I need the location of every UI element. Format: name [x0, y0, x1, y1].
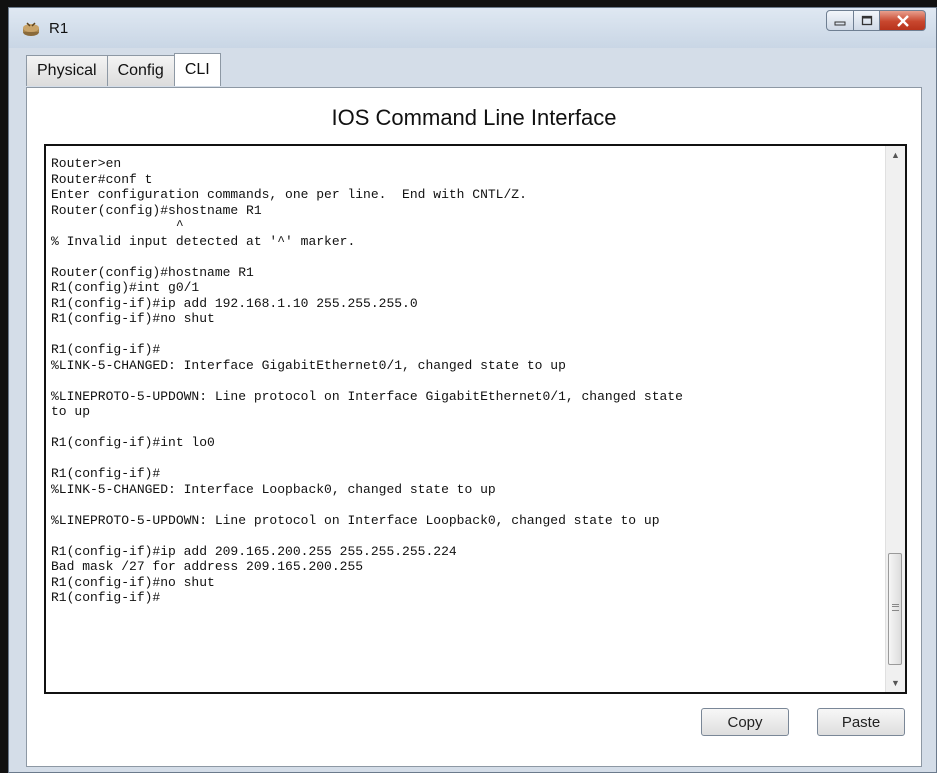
paste-button[interactable]: Paste [817, 708, 905, 736]
window-controls [826, 10, 926, 31]
console-scrollbar[interactable]: ▲ ▼ [885, 146, 905, 692]
console-output[interactable]: Router>en Router#conf t Enter configurat… [51, 156, 886, 606]
cli-heading: IOS Command Line Interface [331, 105, 617, 130]
title-bar[interactable]: R1 [9, 8, 936, 48]
maximize-button[interactable] [854, 10, 880, 31]
scroll-up-arrow-icon[interactable]: ▲ [886, 146, 905, 164]
window-title: R1 [49, 20, 69, 37]
screen-frame-left [0, 0, 8, 773]
minimize-icon [834, 21, 846, 25]
tab-cli[interactable]: CLI [173, 53, 221, 86]
screen-frame-top [0, 0, 937, 7]
scrollbar-thumb[interactable] [888, 553, 902, 665]
tab-bar: Physical Config CLI [26, 53, 221, 87]
packet-tracer-router-icon [23, 22, 39, 36]
cli-console[interactable]: Router>en Router#conf t Enter configurat… [44, 144, 907, 694]
copy-button[interactable]: Copy [701, 708, 789, 736]
maximize-icon [861, 15, 872, 26]
close-button[interactable] [880, 10, 926, 31]
close-icon [896, 14, 909, 27]
scroll-down-arrow-icon[interactable]: ▼ [886, 674, 905, 692]
tab-physical[interactable]: Physical [26, 55, 108, 86]
router-window: R1 Physical Config CLI IOS Command Line … [8, 7, 937, 773]
minimize-button[interactable] [826, 10, 854, 31]
tab-config[interactable]: Config [106, 55, 175, 86]
cli-panel: IOS Command Line Interface Router>en Rou… [26, 87, 922, 767]
grip-icon [892, 604, 899, 611]
